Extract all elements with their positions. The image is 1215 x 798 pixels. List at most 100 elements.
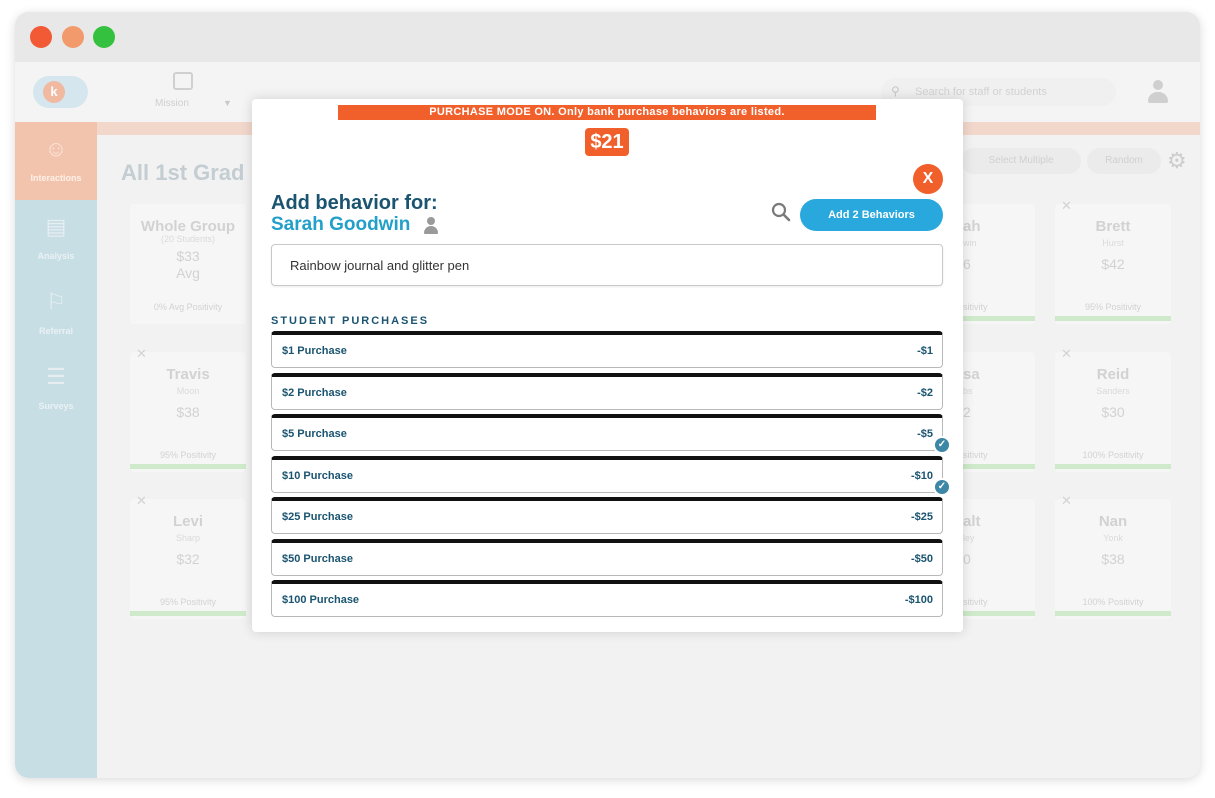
add-behaviors-button[interactable]: Add 2 Behaviors — [800, 199, 943, 231]
purchase-label: $100 Purchase — [282, 594, 360, 606]
section-title: STUDENT PURCHASES — [271, 315, 430, 327]
purchase-item[interactable]: $1 Purchase -$1 — [271, 331, 943, 368]
purchase-label: $2 Purchase — [282, 386, 347, 399]
clipboard-icon: ☰ — [46, 364, 66, 389]
student-card[interactable]: ✕ Travis Moon $38 95% Positivity — [130, 346, 246, 472]
card-amount: $30 — [1101, 404, 1125, 420]
student-name: Sarah Goodwin — [271, 214, 411, 235]
caret-down-icon[interactable]: ▼ — [223, 98, 232, 108]
card-name: Levi — [172, 513, 203, 530]
student-card[interactable]: ✕ Nan Yonk $38 100% Positivity — [1055, 493, 1171, 619]
purchase-label: $10 Purchase — [282, 469, 353, 482]
purchase-amount: -$1 — [917, 345, 933, 357]
sidebar-item-label: Referral — [38, 326, 74, 336]
page-title: All 1st Grad — [121, 160, 245, 185]
card-amount: $32 — [176, 551, 200, 567]
school-icon — [173, 72, 193, 90]
search-icon[interactable] — [771, 202, 791, 222]
purchase-item[interactable]: $5 Purchase -$5 ✓ — [271, 414, 951, 454]
card-name: Nan — [1098, 513, 1128, 530]
close-icon[interactable]: ✕ — [1061, 346, 1072, 362]
close-icon[interactable]: ✕ — [1061, 493, 1072, 509]
interactions-icon: ☺ — [44, 136, 68, 161]
school-selector[interactable]: Mission — [155, 98, 189, 109]
window-minimize-button[interactable] — [62, 26, 84, 48]
title-bar — [15, 12, 1200, 62]
close-modal-button[interactable]: X — [913, 164, 943, 194]
select-multiple-button[interactable]: Select Multiple — [961, 148, 1081, 174]
purchase-item[interactable]: $100 Purchase -$100 — [271, 580, 943, 617]
student-card[interactable]: ✕ Brett Hurst $42 95% Positivity — [1055, 198, 1171, 324]
card-sub: Sharp — [175, 533, 201, 543]
purchase-amount: -$10 — [910, 469, 933, 482]
student-card[interactable]: Whole Group (20 Students) $33 Avg 0% Avg… — [130, 204, 246, 324]
gear-icon[interactable]: ⚙ — [1167, 148, 1187, 174]
purchase-amount: -$5 — [917, 428, 933, 440]
staff-search-placeholder: Search for staff or students — [915, 86, 1047, 98]
card-sub: Sanders — [1096, 386, 1130, 396]
positivity-bar — [130, 611, 246, 616]
close-icon[interactable]: ✕ — [1061, 198, 1072, 214]
balance-badge: $21 — [585, 128, 629, 156]
card-name: Whole Group — [140, 218, 236, 235]
card-positivity: 100% Positivity — [1082, 597, 1144, 607]
search-icon: ⚲ — [891, 84, 900, 98]
card-name: Travis — [166, 366, 210, 383]
user-avatar-icon[interactable] — [1147, 80, 1169, 104]
purchase-item[interactable]: $2 Purchase -$2 — [271, 372, 943, 410]
sidebar-item-analysis[interactable]: ▤ Analysis — [15, 200, 97, 278]
positivity-bar — [1055, 316, 1171, 321]
student-card[interactable]: ✕ Levi Sharp $32 95% Positivity — [130, 493, 246, 619]
purchase-amount: -$2 — [917, 386, 933, 399]
card-positivity: 95% Positivity — [159, 450, 217, 460]
check-icon: ✓ — [933, 477, 951, 496]
sidebar-item-interactions[interactable]: ☺ Interactions — [15, 122, 97, 200]
purchase-item[interactable]: $10 Purchase -$10 ✓ — [271, 455, 951, 496]
card-positivity: 95% Positivity — [1084, 302, 1142, 312]
sidebar-item-referral[interactable]: ⚐ Referral — [15, 275, 97, 353]
card-amount: $38 — [176, 404, 200, 420]
random-button[interactable]: Random — [1087, 148, 1161, 174]
card-sub: Moon — [176, 386, 200, 396]
card-amount: $38 — [1101, 551, 1125, 567]
purchase-amount: -$100 — [904, 594, 933, 606]
card-positivity: 100% Positivity — [1082, 450, 1144, 460]
positivity-bar — [1055, 611, 1171, 616]
add-behavior-modal: PURCHASE MODE ON. Only bank purchase beh… — [252, 99, 963, 632]
card-positivity: 95% Positivity — [159, 597, 217, 607]
close-icon[interactable]: ✕ — [136, 346, 147, 362]
purchase-amount: -$50 — [910, 552, 933, 565]
card-name: Brett — [1095, 218, 1131, 235]
flag-icon: ⚐ — [46, 289, 66, 314]
card-sub: Yonk — [1103, 533, 1123, 543]
student-card[interactable]: ✕ Reid Sanders $30 100% Positivity — [1055, 346, 1171, 472]
logo-letter: k — [43, 81, 65, 103]
card-amount-avg: Avg — [176, 265, 200, 281]
modal-heading: Add behavior for: — [271, 192, 438, 214]
purchase-label: $25 Purchase — [282, 511, 353, 523]
window-close-button[interactable] — [30, 26, 52, 48]
app-logo[interactable]: k — [33, 76, 88, 108]
sidebar-item-label: Surveys — [38, 401, 74, 411]
purchase-mode-banner: PURCHASE MODE ON. Only bank purchase beh… — [338, 105, 876, 120]
person-icon — [424, 217, 438, 235]
behavior-note-input[interactable] — [271, 244, 943, 286]
sidebar: ☺ Interactions ▤ Analysis ⚐ Referral ☰ S… — [15, 122, 97, 778]
purchase-label: $1 Purchase — [282, 345, 347, 357]
purchase-label: $50 Purchase — [282, 552, 353, 565]
window-maximize-button[interactable] — [93, 26, 115, 48]
sidebar-item-label: Interactions — [30, 173, 82, 183]
sidebar-item-surveys[interactable]: ☰ Surveys — [15, 350, 97, 428]
card-amount: $33 — [176, 248, 200, 264]
positivity-bar — [130, 464, 246, 469]
check-icon: ✓ — [933, 436, 951, 454]
card-sub: Hurst — [1102, 238, 1124, 248]
purchase-label: $5 Purchase — [282, 428, 347, 440]
purchase-amount: -$25 — [910, 511, 933, 523]
card-name: Reid — [1096, 366, 1130, 383]
sidebar-item-label: Analysis — [37, 251, 75, 261]
close-icon[interactable]: ✕ — [136, 493, 147, 509]
purchase-item[interactable]: $25 Purchase -$25 — [271, 497, 943, 534]
card-positivity: 0% Avg Positivity — [153, 302, 223, 312]
purchase-item[interactable]: $50 Purchase -$50 — [271, 538, 943, 576]
